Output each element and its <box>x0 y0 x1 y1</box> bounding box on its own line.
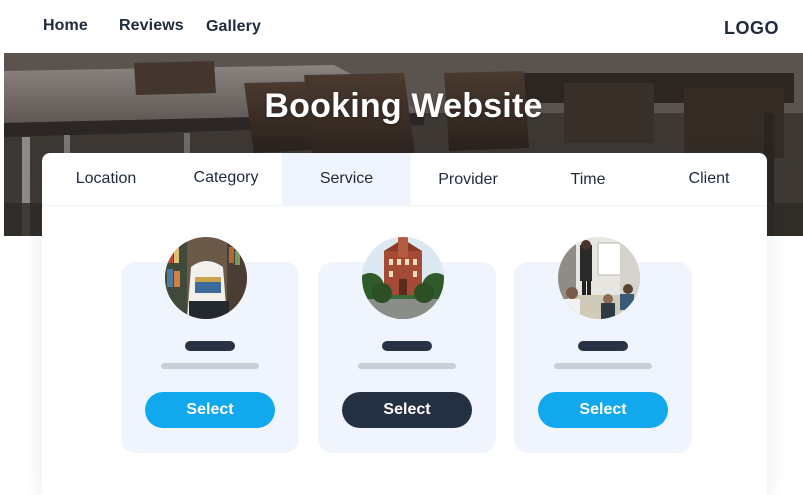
meeting-presentation-photo <box>558 237 640 319</box>
tab-provider[interactable]: Provider <box>411 153 525 206</box>
booking-panel: Location Category Service Provider Time … <box>42 153 767 495</box>
nav-link-reviews[interactable]: Reviews <box>119 17 184 35</box>
tab-client[interactable]: Client <box>651 153 767 206</box>
tab-time[interactable]: Time <box>525 153 651 206</box>
card-subtitle-placeholder <box>161 363 259 369</box>
select-button[interactable]: Select <box>145 392 275 428</box>
nav-link-home[interactable]: Home <box>43 17 88 35</box>
tab-location[interactable]: Location <box>42 153 170 206</box>
nav-link-gallery[interactable]: Gallery <box>206 18 261 36</box>
step-tabs: Location Category Service Provider Time … <box>42 153 767 206</box>
logo[interactable]: LOGO <box>724 18 779 39</box>
card-subtitle-placeholder <box>358 363 456 369</box>
select-button[interactable]: Select <box>538 392 668 428</box>
building-photo <box>362 237 444 319</box>
tab-service[interactable]: Service <box>282 153 411 206</box>
top-navigation: Home Reviews Gallery LOGO <box>4 0 803 53</box>
tab-category[interactable]: Category <box>170 153 282 206</box>
select-button-selected[interactable]: Select <box>342 392 472 428</box>
hero-title: Booking Website <box>264 87 543 125</box>
app-frame: Home Reviews Gallery LOGO Booking Websit… <box>4 0 803 495</box>
card-subtitle-placeholder <box>554 363 652 369</box>
person-with-books-photo <box>165 237 247 319</box>
card-title-placeholder <box>185 341 235 351</box>
card-title-placeholder <box>578 341 628 351</box>
card-title-placeholder <box>382 341 432 351</box>
